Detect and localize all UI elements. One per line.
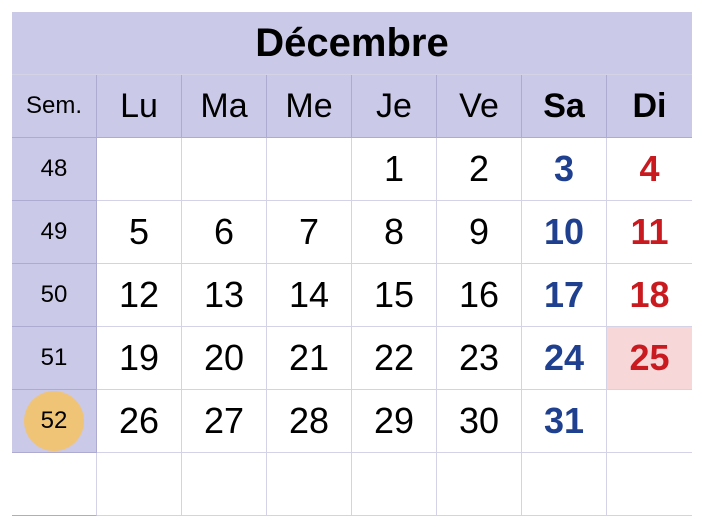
day-cell[interactable]: 15 <box>352 264 437 327</box>
day-cell[interactable]: 21 <box>267 327 352 390</box>
day-cell[interactable]: 26 <box>97 390 182 453</box>
calendar-title: Décembre <box>12 12 692 75</box>
day-cell[interactable]: 8 <box>352 201 437 264</box>
day-cell-sunday[interactable] <box>607 390 692 453</box>
day-cell-saturday[interactable]: 10 <box>522 201 607 264</box>
week-number: 49 <box>12 201 97 264</box>
day-cell[interactable]: 5 <box>97 201 182 264</box>
day-cell[interactable]: 27 <box>182 390 267 453</box>
day-cell[interactable]: 23 <box>437 327 522 390</box>
calendar-grid: Décembre Sem. Lu Ma Me Je Ve Sa Di 48 1 … <box>12 12 692 517</box>
week-number: 48 <box>12 138 97 201</box>
day-cell[interactable] <box>182 138 267 201</box>
weekday-header-lu: Lu <box>97 75 182 138</box>
week-number-header: Sem. <box>12 75 97 138</box>
weekday-header-me: Me <box>267 75 352 138</box>
day-cell-saturday[interactable]: 24 <box>522 327 607 390</box>
day-cell-empty <box>522 453 607 516</box>
week-number-current: 52 <box>12 390 97 453</box>
weekday-header-je: Je <box>352 75 437 138</box>
day-cell[interactable] <box>267 138 352 201</box>
day-cell-empty <box>352 453 437 516</box>
week-number: 50 <box>12 264 97 327</box>
day-cell[interactable]: 30 <box>437 390 522 453</box>
day-cell[interactable]: 9 <box>437 201 522 264</box>
day-cell[interactable]: 12 <box>97 264 182 327</box>
day-cell-empty <box>267 453 352 516</box>
current-week-marker: 52 <box>24 391 84 451</box>
day-cell-sunday[interactable]: 18 <box>607 264 692 327</box>
day-cell[interactable] <box>97 138 182 201</box>
day-cell-sunday[interactable]: 4 <box>607 138 692 201</box>
day-cell[interactable]: 2 <box>437 138 522 201</box>
day-cell[interactable]: 1 <box>352 138 437 201</box>
day-cell-empty <box>607 453 692 516</box>
day-cell[interactable]: 6 <box>182 201 267 264</box>
day-cell[interactable]: 13 <box>182 264 267 327</box>
weekday-header-ma: Ma <box>182 75 267 138</box>
day-cell-holiday[interactable]: 25 <box>607 327 692 390</box>
day-cell-saturday[interactable]: 3 <box>522 138 607 201</box>
day-cell-saturday[interactable]: 31 <box>522 390 607 453</box>
day-cell-empty <box>437 453 522 516</box>
week-number-empty <box>12 453 97 516</box>
day-cell[interactable]: 14 <box>267 264 352 327</box>
weekday-header-di: Di <box>607 75 692 138</box>
day-cell-empty <box>97 453 182 516</box>
weekday-header-sa: Sa <box>522 75 607 138</box>
weekday-header-ve: Ve <box>437 75 522 138</box>
day-cell-sunday[interactable]: 11 <box>607 201 692 264</box>
day-cell[interactable]: 7 <box>267 201 352 264</box>
day-cell-saturday[interactable]: 17 <box>522 264 607 327</box>
day-cell[interactable]: 16 <box>437 264 522 327</box>
day-cell[interactable]: 20 <box>182 327 267 390</box>
day-cell[interactable]: 19 <box>97 327 182 390</box>
day-cell[interactable]: 29 <box>352 390 437 453</box>
week-number: 51 <box>12 327 97 390</box>
day-cell[interactable]: 28 <box>267 390 352 453</box>
day-cell-empty <box>182 453 267 516</box>
day-cell[interactable]: 22 <box>352 327 437 390</box>
